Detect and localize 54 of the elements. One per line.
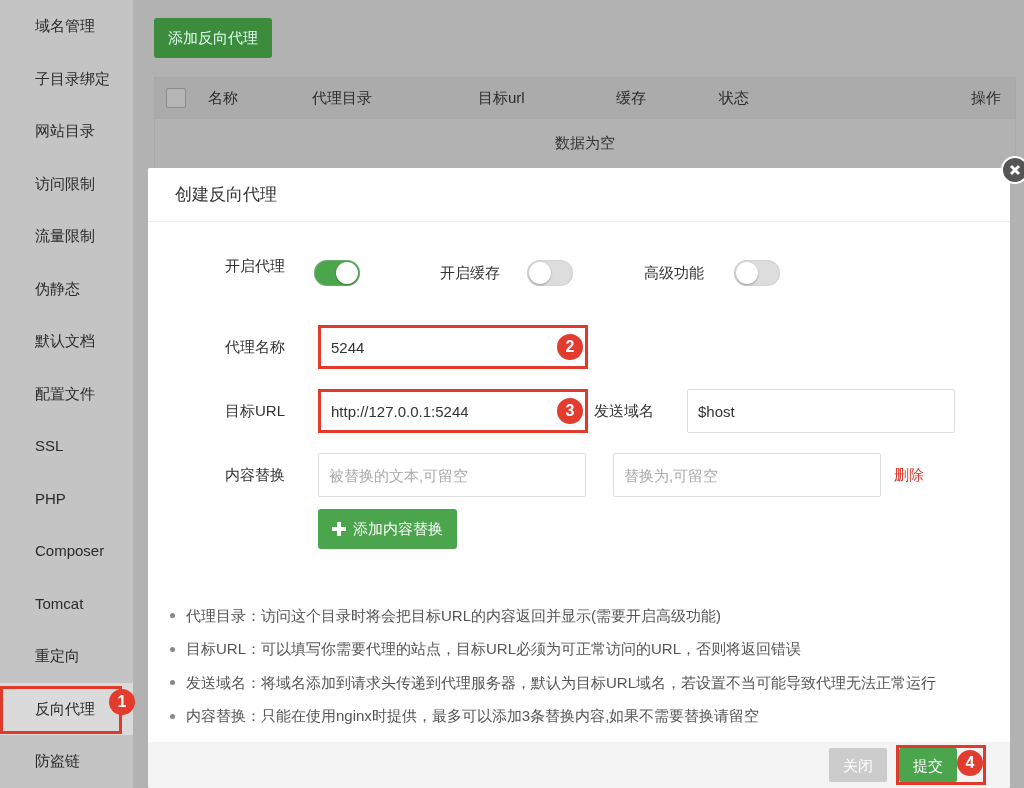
- toggle-label: 高级功能: [644, 262, 704, 283]
- text-input[interactable]: 被替换的文本,可留空: [318, 453, 586, 497]
- step-badge: 4: [957, 750, 983, 776]
- bullet-icon: [170, 713, 175, 719]
- toggle-label: 开启代理: [225, 256, 285, 276]
- field-label: 发送域名: [593, 400, 655, 421]
- sidebar-item[interactable]: 域名管理: [0, 0, 133, 53]
- note-text: 目标URL：可以填写你需要代理的站点，目标URL必须为可正常访问的URL，否则将返回错误: [186, 639, 802, 659]
- toggle-switch[interactable]: [314, 260, 360, 286]
- text-input[interactable]: $host: [687, 389, 955, 433]
- sidebar-item[interactable]: 反向代理 1: [0, 682, 133, 735]
- step-badge: 3: [557, 398, 583, 424]
- sidebar-item[interactable]: 子目录绑定: [0, 52, 133, 105]
- step-badge: 1: [109, 688, 135, 715]
- select-all-checkbox[interactable]: [166, 88, 186, 108]
- dialog-title: 创建反向代理: [148, 168, 1010, 222]
- text-input[interactable]: 替换为,可留空: [613, 453, 881, 497]
- note-text: 代理目录：访问这个目录时将会把目标URL的内容返回并显示(需要开启高级功能): [186, 605, 721, 626]
- column-header: 名称: [208, 87, 239, 108]
- bullet-icon: [170, 613, 175, 619]
- toggle-switch[interactable]: [734, 260, 780, 286]
- sidebar-item[interactable]: 网站目录: [0, 105, 133, 158]
- text-input[interactable]: 5244 2: [318, 325, 588, 369]
- sidebar-item[interactable]: Tomcat: [0, 577, 133, 630]
- bullet-icon: [170, 646, 175, 652]
- bullet-icon: [170, 680, 175, 686]
- sidebar-item[interactable]: 访问限制: [0, 157, 133, 210]
- sidebar-item[interactable]: PHP: [0, 472, 133, 525]
- sidebar-item[interactable]: 流量限制: [0, 210, 133, 263]
- column-header: 代理目录: [312, 87, 373, 108]
- column-header: 目标url: [478, 87, 526, 108]
- sidebar-item[interactable]: 配置文件: [0, 367, 133, 420]
- step-badge: 2: [557, 334, 583, 360]
- close-icon[interactable]: [1000, 156, 1024, 184]
- field-label: 目标URL: [225, 400, 286, 421]
- field-label: 内容替换: [225, 464, 286, 485]
- toggle-switch[interactable]: [527, 260, 573, 286]
- toggle-label: 开启缓存: [440, 262, 500, 283]
- sidebar-item[interactable]: Composer: [0, 525, 133, 578]
- sidebar-item[interactable]: 防盗链: [0, 735, 133, 788]
- sidebar-item[interactable]: 默认文档: [0, 315, 133, 368]
- note-text: 发送域名：将域名添加到请求头传递到代理服务器，默认为目标URL域名，若设置不当可能导致代理无法正常运行: [186, 672, 936, 693]
- delete-link[interactable]: 删除: [894, 463, 924, 487]
- add-proxy-button[interactable]: 添加反向代理: [154, 18, 272, 58]
- field-label: 代理名称: [225, 336, 286, 357]
- column-header: 缓存: [616, 87, 647, 108]
- sidebar-item[interactable]: 重定向: [0, 630, 133, 683]
- column-header: 操作: [971, 87, 1001, 108]
- column-header: 状态: [719, 87, 750, 108]
- plus-icon: [332, 522, 346, 536]
- note-text: 内容替换：只能在使用nginx时提供，最多可以添加3条替换内容,如果不需要替换请留空: [186, 706, 760, 726]
- sidebar-item[interactable]: 伪静态: [0, 262, 133, 315]
- sidebar-item[interactable]: SSL: [0, 420, 133, 473]
- text-input[interactable]: http://127.0.0.1:5244 3: [318, 389, 588, 433]
